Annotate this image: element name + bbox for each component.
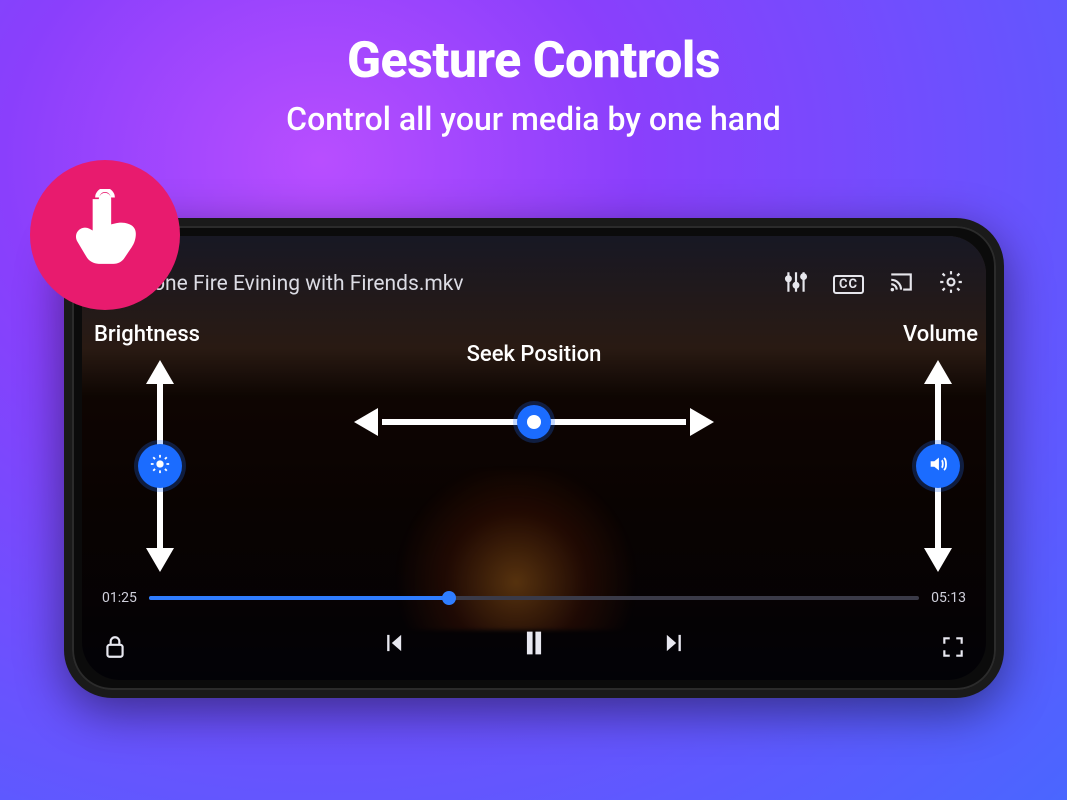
- lock-button[interactable]: [102, 634, 128, 664]
- fullscreen-button[interactable]: [940, 634, 966, 664]
- seek-knob-dot: [527, 415, 541, 429]
- next-button[interactable]: [661, 629, 689, 661]
- arrow-up-icon: [146, 360, 174, 384]
- arrow-left-icon: [354, 408, 378, 436]
- touch-gesture-badge: [30, 160, 180, 310]
- seek-gesture-area[interactable]: [354, 392, 714, 452]
- promo-subtitle: Control all your media by one hand: [0, 100, 1067, 138]
- progress-thumb[interactable]: [442, 591, 456, 605]
- brightness-icon: [149, 453, 171, 479]
- touch-icon: [68, 189, 142, 281]
- player-top-bar: Bone Fire Evining with Firends.mkv CC: [82, 264, 986, 304]
- volume-gesture-area[interactable]: [916, 356, 960, 576]
- top-actions: CC: [783, 269, 964, 299]
- promo-background: Gesture Controls Control all your media …: [0, 0, 1067, 800]
- arrow-down-icon: [146, 548, 174, 572]
- playback-controls: [379, 626, 689, 664]
- arrow-down-icon: [924, 548, 952, 572]
- previous-button[interactable]: [379, 629, 407, 661]
- seek-knob[interactable]: [517, 405, 551, 439]
- equalizer-icon[interactable]: [783, 269, 809, 299]
- device-frame: Bone Fire Evining with Firends.mkv CC Br…: [64, 218, 1004, 698]
- gear-icon[interactable]: [938, 269, 964, 299]
- seek-gesture-label: Seek Position: [467, 342, 602, 367]
- progress-bar[interactable]: [149, 596, 919, 600]
- player-screen[interactable]: Bone Fire Evining with Firends.mkv CC Br…: [82, 236, 986, 680]
- promo-title: Gesture Controls: [0, 32, 1067, 90]
- progress-played: [149, 596, 449, 600]
- brightness-gesture-area[interactable]: [138, 356, 182, 576]
- volume-gesture-label: Volume: [903, 322, 978, 347]
- brightness-knob[interactable]: [138, 444, 182, 488]
- volume-knob[interactable]: [916, 444, 960, 488]
- closed-captions-button[interactable]: CC: [833, 275, 864, 294]
- arrow-right-icon: [690, 408, 714, 436]
- arrow-up-icon: [924, 360, 952, 384]
- speaker-icon: [927, 453, 949, 479]
- play-pause-button[interactable]: [517, 626, 551, 664]
- elapsed-time: 01:25: [102, 590, 137, 606]
- brightness-gesture-label: Brightness: [94, 322, 200, 347]
- progress-row: 01:25 05:13: [102, 590, 966, 606]
- cast-icon[interactable]: [888, 269, 914, 299]
- video-title: Bone Fire Evining with Firends.mkv: [140, 272, 769, 296]
- total-time: 05:13: [931, 590, 966, 606]
